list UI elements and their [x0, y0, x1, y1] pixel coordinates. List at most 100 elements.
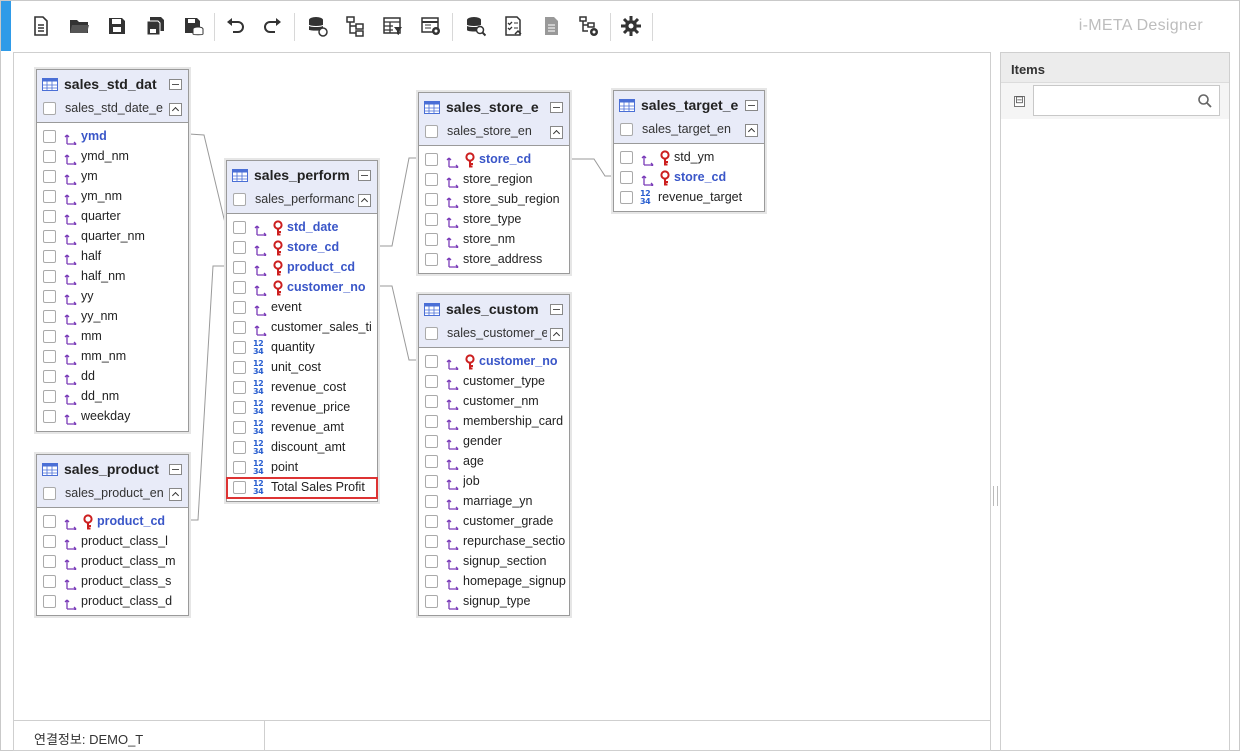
select-all-checkbox[interactable]	[425, 327, 438, 340]
document-icon[interactable]	[537, 12, 565, 40]
field-checkbox[interactable]	[425, 575, 438, 588]
field-checkbox[interactable]	[233, 401, 246, 414]
redo-icon[interactable]	[259, 12, 287, 40]
field-checkbox[interactable]	[233, 461, 246, 474]
minimize-button[interactable]	[169, 79, 182, 90]
minimize-button[interactable]	[550, 304, 563, 315]
field-checkbox[interactable]	[233, 301, 246, 314]
table-settings-icon[interactable]	[417, 12, 445, 40]
collapse-button[interactable]	[169, 488, 182, 501]
field-row[interactable]: dd	[37, 367, 188, 387]
field-checkbox[interactable]	[43, 535, 56, 548]
field-checkbox[interactable]	[43, 230, 56, 243]
collapse-button[interactable]	[358, 194, 371, 207]
field-checkbox[interactable]	[233, 241, 246, 254]
field-checkbox[interactable]	[425, 555, 438, 568]
field-row[interactable]: half_nm	[37, 267, 188, 287]
field-row[interactable]: membership_card	[419, 412, 569, 432]
diagram-canvas[interactable]: sales_std_dat sales_std_date_e ymd ymd_nm…	[13, 52, 991, 721]
entity-sales-store[interactable]: sales_store_e sales_store_en store_cd sto…	[418, 92, 570, 274]
entity-sales-target[interactable]: sales_target_e sales_target_en std_ym sto…	[613, 90, 765, 212]
field-checkbox[interactable]	[233, 281, 246, 294]
collapse-button[interactable]	[550, 328, 563, 341]
field-row[interactable]: store_nm	[419, 230, 569, 250]
field-checkbox[interactable]	[233, 221, 246, 234]
search-icon[interactable]	[1197, 93, 1213, 109]
field-row[interactable]: mm_nm	[37, 347, 188, 367]
checklist-icon[interactable]	[499, 12, 527, 40]
field-row[interactable]: product_cd	[227, 258, 377, 278]
collapse-button[interactable]	[745, 124, 758, 137]
select-all-checkbox[interactable]	[43, 487, 56, 500]
field-row[interactable]: product_class_m	[37, 552, 188, 572]
field-row[interactable]: 12 34 revenue_price	[227, 398, 377, 418]
field-checkbox[interactable]	[43, 190, 56, 203]
field-row[interactable]: ymd	[37, 127, 188, 147]
field-checkbox[interactable]	[425, 475, 438, 488]
field-row[interactable]: mm	[37, 327, 188, 347]
field-row[interactable]: store_sub_region	[419, 190, 569, 210]
minimize-button[interactable]	[550, 102, 563, 113]
field-checkbox[interactable]	[233, 481, 246, 494]
field-row[interactable]: 12 34 revenue_cost	[227, 378, 377, 398]
field-row[interactable]: customer_no	[419, 352, 569, 372]
field-row[interactable]: yy_nm	[37, 307, 188, 327]
field-checkbox[interactable]	[43, 250, 56, 263]
entity-sales-performance[interactable]: sales_perform sales_performanc std_date s…	[226, 160, 378, 502]
field-row[interactable]: ymd_nm	[37, 147, 188, 167]
field-checkbox[interactable]	[425, 213, 438, 226]
field-checkbox[interactable]	[425, 435, 438, 448]
field-checkbox[interactable]	[425, 535, 438, 548]
field-row[interactable]: 12 34 revenue_target	[614, 188, 764, 208]
entity-header[interactable]: sales_product sales_product_en	[37, 455, 188, 508]
entity-header[interactable]: sales_target_e sales_target_en	[614, 91, 764, 144]
field-checkbox[interactable]	[233, 261, 246, 274]
field-checkbox[interactable]	[43, 130, 56, 143]
field-checkbox[interactable]	[425, 395, 438, 408]
collapse-button[interactable]	[550, 126, 563, 139]
field-row[interactable]: gender	[419, 432, 569, 452]
field-row[interactable]: homepage_signup	[419, 572, 569, 592]
field-row[interactable]: customer_grade	[419, 512, 569, 532]
minimize-button[interactable]	[745, 100, 758, 111]
field-checkbox[interactable]	[43, 575, 56, 588]
entity-header[interactable]: sales_std_dat sales_std_date_e	[37, 70, 188, 123]
field-row[interactable]: std_ym	[614, 148, 764, 168]
field-checkbox[interactable]	[425, 495, 438, 508]
entity-sales-std-date[interactable]: sales_std_dat sales_std_date_e ymd ymd_nm…	[36, 69, 189, 432]
field-row[interactable]: yy	[37, 287, 188, 307]
tree-settings-icon[interactable]	[575, 12, 603, 40]
field-row[interactable]: 12 34 revenue_amt	[227, 418, 377, 438]
field-checkbox[interactable]	[43, 390, 56, 403]
field-row[interactable]: ym	[37, 167, 188, 187]
select-all-checkbox[interactable]	[425, 125, 438, 138]
field-checkbox[interactable]	[620, 151, 633, 164]
field-row[interactable]: product_cd	[37, 512, 188, 532]
field-row[interactable]: job	[419, 472, 569, 492]
field-row[interactable]: store_cd	[419, 150, 569, 170]
select-all-checkbox[interactable]	[233, 193, 246, 206]
field-row[interactable]: 12 34 Total Sales Profit	[226, 477, 378, 499]
field-row[interactable]: 12 34 discount_amt	[227, 438, 377, 458]
new-document-icon[interactable]	[27, 12, 55, 40]
field-row[interactable]: customer_nm	[419, 392, 569, 412]
field-row[interactable]: age	[419, 452, 569, 472]
field-checkbox[interactable]	[620, 171, 633, 184]
field-row[interactable]: event	[227, 298, 377, 318]
field-row[interactable]: store_region	[419, 170, 569, 190]
undo-icon[interactable]	[221, 12, 249, 40]
field-checkbox[interactable]	[43, 515, 56, 528]
field-row[interactable]: repurchase_sectio	[419, 532, 569, 552]
field-checkbox[interactable]	[425, 415, 438, 428]
field-checkbox[interactable]	[425, 193, 438, 206]
field-checkbox[interactable]	[425, 233, 438, 246]
field-checkbox[interactable]	[43, 170, 56, 183]
entity-header[interactable]: sales_perform sales_performanc	[227, 161, 377, 214]
field-checkbox[interactable]	[43, 150, 56, 163]
field-checkbox[interactable]	[425, 515, 438, 528]
open-folder-icon[interactable]	[65, 12, 93, 40]
field-row[interactable]: 12 34 point	[227, 458, 377, 478]
field-checkbox[interactable]	[425, 173, 438, 186]
select-all-checkbox[interactable]	[620, 123, 633, 136]
field-checkbox[interactable]	[43, 410, 56, 423]
